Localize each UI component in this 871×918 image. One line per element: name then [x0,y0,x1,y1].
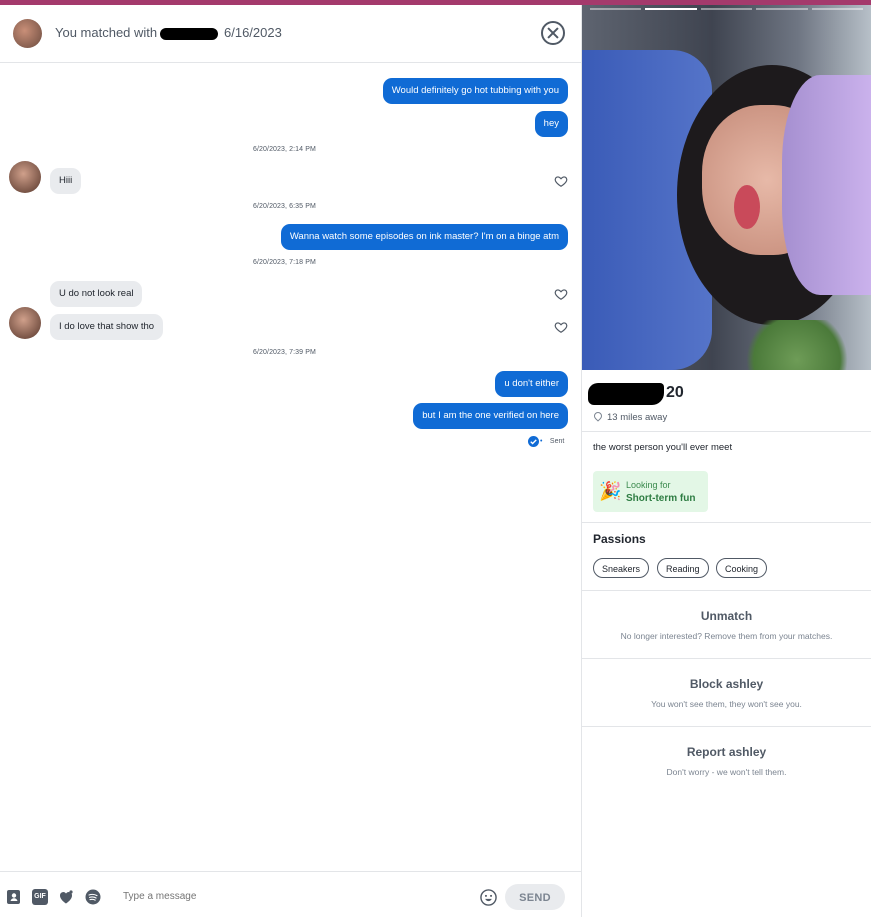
sent-check-icon [528,436,539,448]
distance: 13 miles away [592,410,668,423]
spotify-icon[interactable] [85,889,101,905]
divider [582,590,871,591]
divider [582,522,871,523]
unmatch-title: Unmatch [700,609,753,623]
message-outgoing[interactable]: u don't either [495,371,568,397]
heart-icon[interactable] [554,174,568,188]
sent-status: • Sent [528,433,564,451]
timestamp: 6/20/2023, 7:39 PM [253,349,316,356]
photo-pager-segment[interactable] [811,8,863,10]
photo-pager-segment[interactable] [590,8,642,10]
match-date: 6/16/2023 [224,25,282,40]
emoji-icon[interactable] [480,889,497,906]
gif-icon[interactable]: GIF [32,889,48,905]
heart-icon[interactable] [554,320,568,334]
contact-card-icon[interactable] [6,889,22,905]
distance-text: 13 miles away [607,412,668,423]
message-input[interactable] [123,891,423,902]
photo-pager-segment[interactable] [756,8,808,10]
matched-with-text: You matched with [55,25,158,40]
profile-age: 20 [666,384,684,401]
unmatch-subtitle: No longer interested? Remove them from y… [620,631,833,641]
redacted-profile-name [588,383,664,405]
timestamp: 6/20/2023, 6:35 PM [253,203,316,210]
block-button[interactable]: Block ashley You won't see them, they wo… [582,677,871,709]
redacted-name [160,28,218,40]
location-pin-icon [592,410,604,422]
profile-photo[interactable] [582,5,871,370]
looking-for-card: 🎉 Looking for Short-term fun [593,471,708,512]
message-outgoing[interactable]: hey [534,111,568,137]
message-incoming[interactable]: I do love that show tho [50,314,164,340]
divider [582,726,871,727]
message-avatar[interactable] [9,161,41,193]
divider [582,658,871,659]
message-incoming[interactable]: Hiii [50,168,82,194]
passions-title: Passions [593,532,646,546]
block-title: Block ashley [689,677,764,691]
close-icon[interactable] [541,21,565,45]
report-title: Report ashley [686,745,767,759]
unmatch-button[interactable]: Unmatch No longer interested? Remove the… [582,609,871,641]
passion-chip: Cooking [716,558,768,578]
heart-icon[interactable] [554,287,568,301]
looking-for-value: Short-term fun [626,493,696,504]
message-incoming[interactable]: U do not look real [50,281,143,307]
chat-header: You matched with 6/16/2023 [0,5,581,63]
send-button[interactable]: SEND [505,884,565,910]
message-composer: GIF SEND [0,871,581,918]
party-popper-icon: 🎉 [599,481,622,501]
timestamp: 6/20/2023, 7:18 PM [253,259,316,266]
report-subtitle: Don't worry - we won't tell them. [666,767,787,777]
passion-chip: Reading [657,558,709,578]
sticker-icon[interactable] [58,889,74,905]
message-avatar[interactable] [9,307,41,339]
timestamp: 6/20/2023, 2:14 PM [253,146,316,153]
message-outgoing[interactable]: but I am the one verified on here [413,403,568,429]
photo-pager-segment[interactable] [645,8,697,10]
match-avatar[interactable] [13,19,42,48]
message-outgoing[interactable]: Would definitely go hot tubbing with you [382,78,568,104]
chat-panel: You matched with 6/16/2023 Would definit… [0,5,582,917]
sent-label: Sent [549,438,565,446]
photo-pager-segment[interactable] [700,8,753,10]
profile-panel: 20 13 miles away the worst person you'll… [582,5,871,917]
report-button[interactable]: Report ashley Don't worry - we won't tel… [582,745,871,777]
divider [582,431,871,432]
profile-bio: the worst person you'll ever meet [593,442,733,453]
passion-chip: Sneakers [593,558,650,578]
block-subtitle: You won't see them, they won't see you. [651,699,802,709]
looking-for-label: Looking for [626,480,671,490]
message-outgoing[interactable]: Wanna watch some episodes on ink master?… [280,224,568,250]
